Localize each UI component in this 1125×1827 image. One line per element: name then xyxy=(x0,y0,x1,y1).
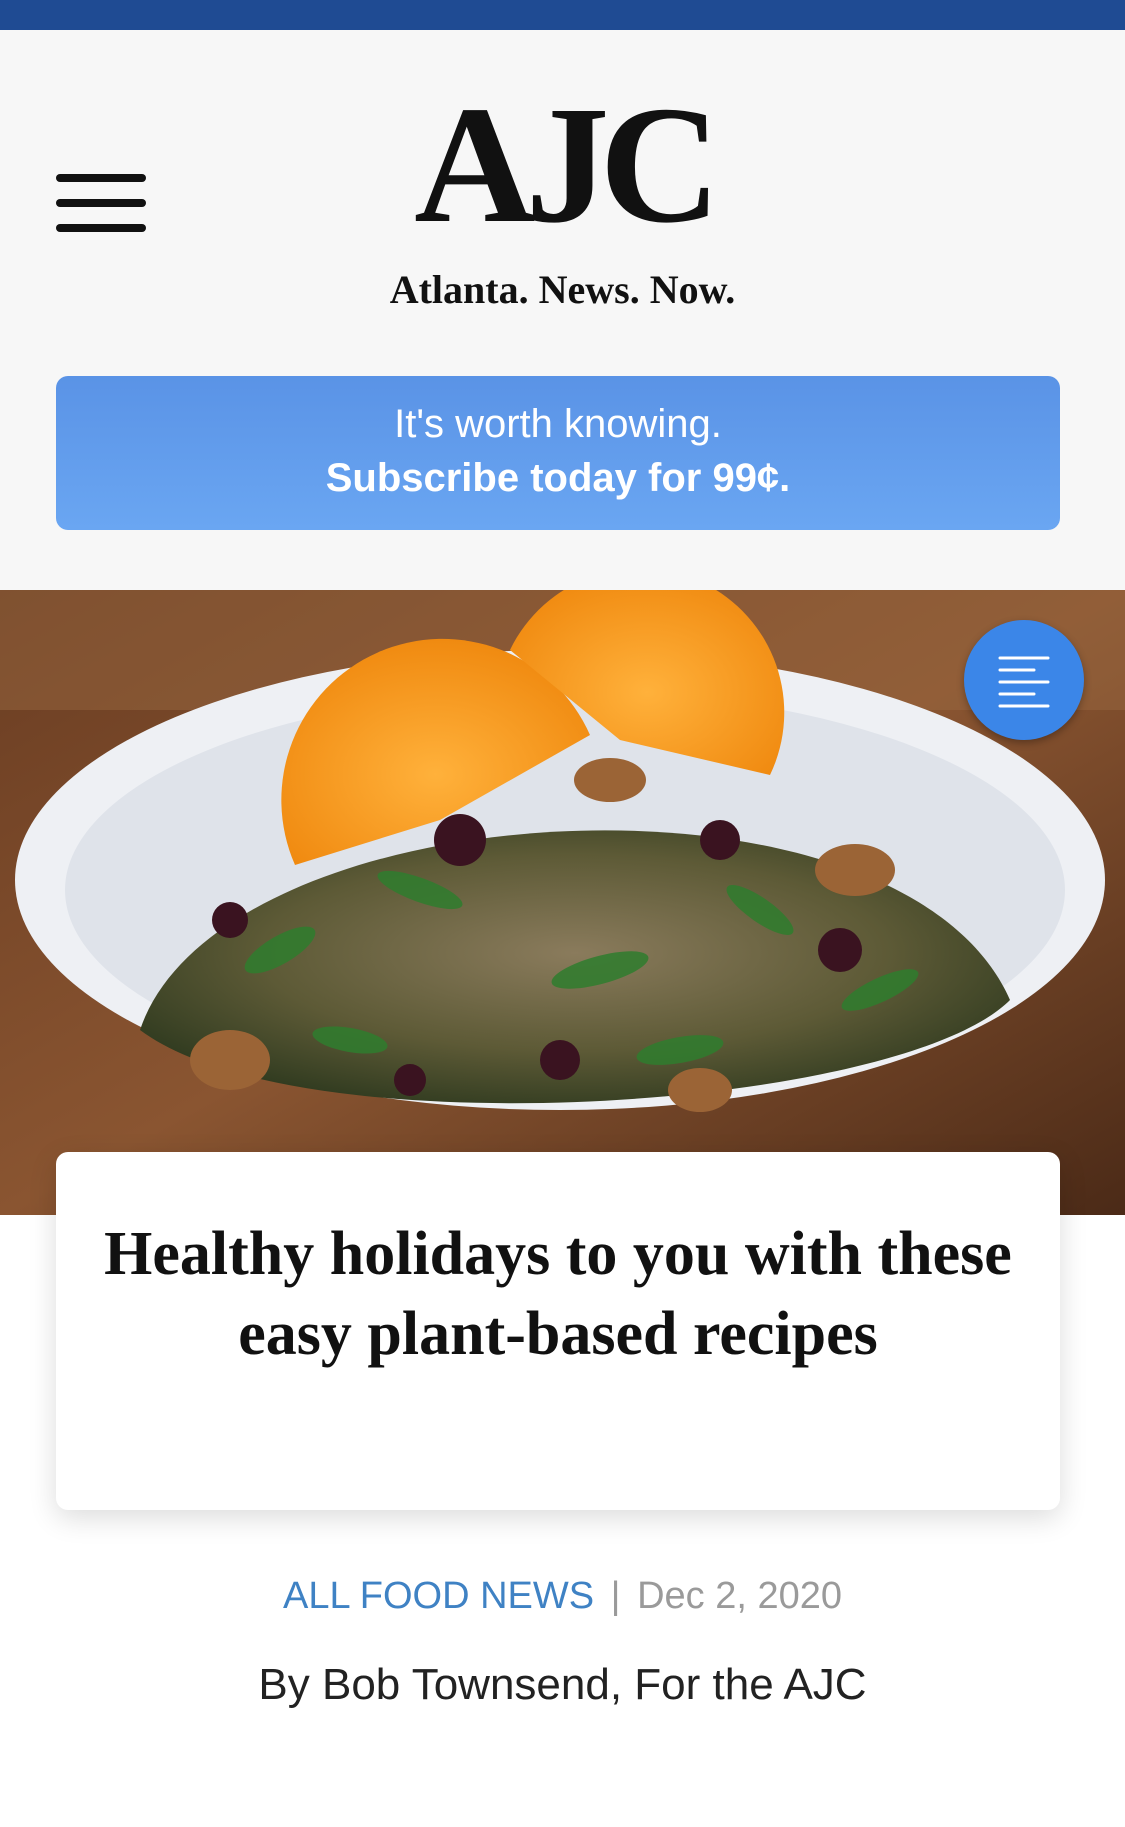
meta-separator: | xyxy=(610,1575,621,1617)
text-align-left-icon xyxy=(998,656,1050,708)
top-status-strip xyxy=(0,0,1125,30)
salad-bowl-photo xyxy=(0,590,1125,1215)
site-tagline: Atlanta. News. Now. xyxy=(389,267,736,312)
subscribe-line-2: Subscribe today for 99¢. xyxy=(325,456,791,500)
article-meta: ALL FOOD NEWS | Dec 2, 2020 xyxy=(0,1575,1125,1618)
subscribe-line-1: It's worth knowing. xyxy=(394,402,722,446)
table-of-contents-button[interactable] xyxy=(964,620,1084,740)
headline-card: Healthy holidays to you with these easy … xyxy=(56,1152,1060,1510)
article-headline: Healthy holidays to you with these easy … xyxy=(104,1220,1012,1368)
section-link[interactable]: ALL FOOD NEWS xyxy=(283,1575,594,1617)
site-logo[interactable]: AJC xyxy=(0,80,1125,250)
hero-image[interactable] xyxy=(0,590,1125,1215)
site-header: AJC Atlanta. News. Now. It's worth knowi… xyxy=(0,30,1125,590)
article-byline: By Bob Townsend, For the AJC xyxy=(258,1660,867,1709)
publish-date: Dec 2, 2020 xyxy=(637,1575,842,1617)
subscribe-banner-button[interactable]: It's worth knowing. Subscribe today for … xyxy=(56,376,1060,530)
